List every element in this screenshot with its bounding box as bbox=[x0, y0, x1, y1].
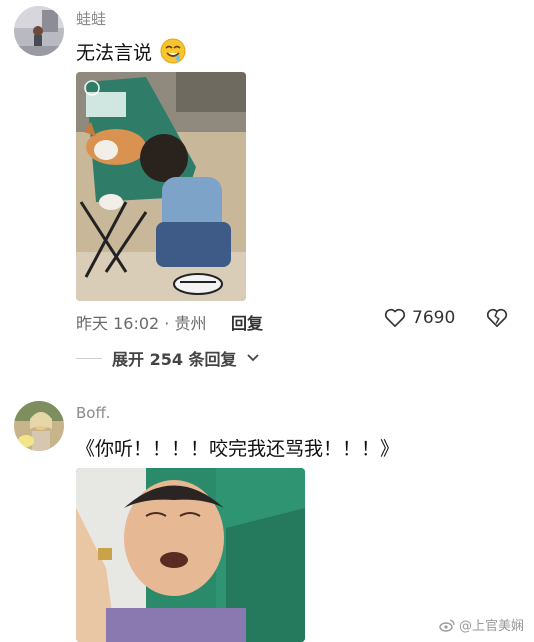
avatar[interactable] bbox=[14, 401, 64, 451]
avatar[interactable] bbox=[14, 6, 64, 56]
expand-replies-button[interactable]: 展开 254 条回复 bbox=[76, 346, 259, 370]
username[interactable]: 蛙蛙 bbox=[76, 8, 106, 29]
like-count: 7690 bbox=[412, 308, 456, 328]
reply-button[interactable]: 回复 bbox=[231, 310, 263, 334]
like-button[interactable]: 7690 bbox=[384, 308, 455, 328]
watermark: @上官美娴 bbox=[439, 615, 524, 634]
heart-icon bbox=[384, 308, 406, 328]
chevron-down-icon bbox=[246, 353, 259, 363]
broken-heart-icon[interactable] bbox=[486, 308, 508, 332]
comment-text-content: 无法言说 bbox=[76, 42, 153, 64]
comment-time-location: 昨天 16:02 · 贵州 bbox=[76, 314, 207, 333]
divider-line bbox=[76, 357, 102, 359]
username[interactable]: Boff. bbox=[76, 404, 111, 422]
smiling-drool-emoji-icon bbox=[160, 38, 186, 69]
comment-text: 《你听！！！！咬完我还骂我！！！》 bbox=[76, 438, 400, 460]
expand-replies-label: 展开 254 条回复 bbox=[112, 350, 237, 369]
watermark-text: @上官美娴 bbox=[458, 619, 524, 634]
comment-image-dog-child[interactable] bbox=[76, 72, 246, 301]
comment-image-crying-child[interactable] bbox=[76, 468, 305, 642]
weibo-logo-icon bbox=[439, 618, 455, 632]
comment-text: 无法言说 bbox=[76, 38, 186, 69]
